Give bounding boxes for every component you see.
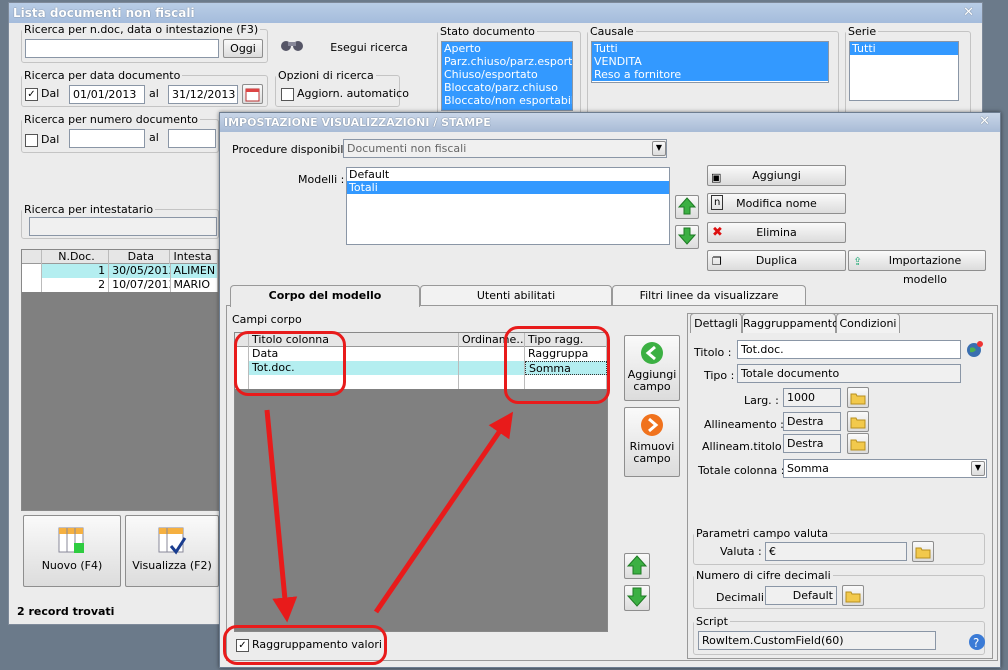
arrow-up (373, 411, 514, 614)
tab-corpo[interactable]: Corpo del modello (230, 285, 420, 307)
annotation-arrows (264, 409, 514, 623)
arrow-down (264, 409, 298, 623)
